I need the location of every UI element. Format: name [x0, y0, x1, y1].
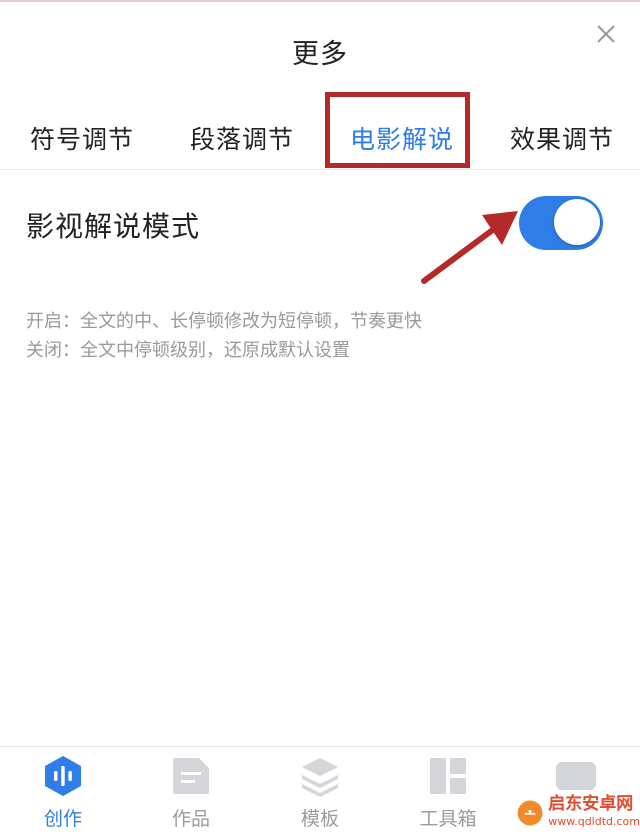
toggle-knob	[554, 199, 600, 245]
tab-highlight-box	[325, 92, 470, 168]
tab-symbol-adjust[interactable]: 符号调节	[30, 120, 134, 156]
tab-paragraph-adjust[interactable]: 段落调节	[190, 120, 294, 156]
annotation-arrow-icon	[421, 211, 518, 284]
tab-effect-adjust[interactable]: 效果调节	[510, 120, 614, 156]
description-on: 开启：全文的中、长停顿修改为短停顿，节奏更快	[26, 311, 422, 332]
tabs-divider	[0, 169, 640, 170]
watermark-url: www.qdldtd.com	[548, 815, 640, 828]
layers-icon	[302, 758, 338, 797]
nav-label: 模板	[300, 808, 339, 830]
grid-tools-icon	[430, 758, 466, 794]
description-off: 关闭：全文中停顿级别，还原成默认设置	[26, 340, 350, 361]
tab-bar: 符号调节 段落调节 电影解说 效果调节	[0, 90, 640, 170]
nav-item-more-partial[interactable]	[552, 756, 598, 790]
folder-icon	[556, 762, 596, 790]
nav-item-toolbox[interactable]: 工具箱	[403, 754, 493, 831]
nav-item-create[interactable]: 创作	[18, 754, 108, 831]
bottom-nav-divider	[0, 746, 640, 747]
site-watermark: 启东安卓网 www.qdldtd.com	[516, 790, 640, 836]
close-button[interactable]	[590, 18, 622, 50]
close-icon	[597, 25, 615, 43]
audio-wave-icon	[45, 756, 81, 796]
top-edge-line	[0, 0, 640, 2]
watermark-logo-icon	[517, 800, 543, 826]
watermark-name: 启东安卓网	[548, 794, 634, 814]
sheet-title: 更多	[292, 39, 348, 70]
nav-label: 工具箱	[419, 808, 477, 830]
nav-label: 作品	[171, 808, 210, 830]
narration-mode-toggle[interactable]	[519, 196, 603, 250]
narration-mode-label: 影视解说模式	[26, 210, 201, 243]
nav-label: 创作	[43, 808, 82, 830]
document-icon	[173, 758, 209, 794]
nav-item-templates[interactable]: 模板	[275, 754, 365, 831]
nav-item-works[interactable]: 作品	[146, 754, 236, 831]
